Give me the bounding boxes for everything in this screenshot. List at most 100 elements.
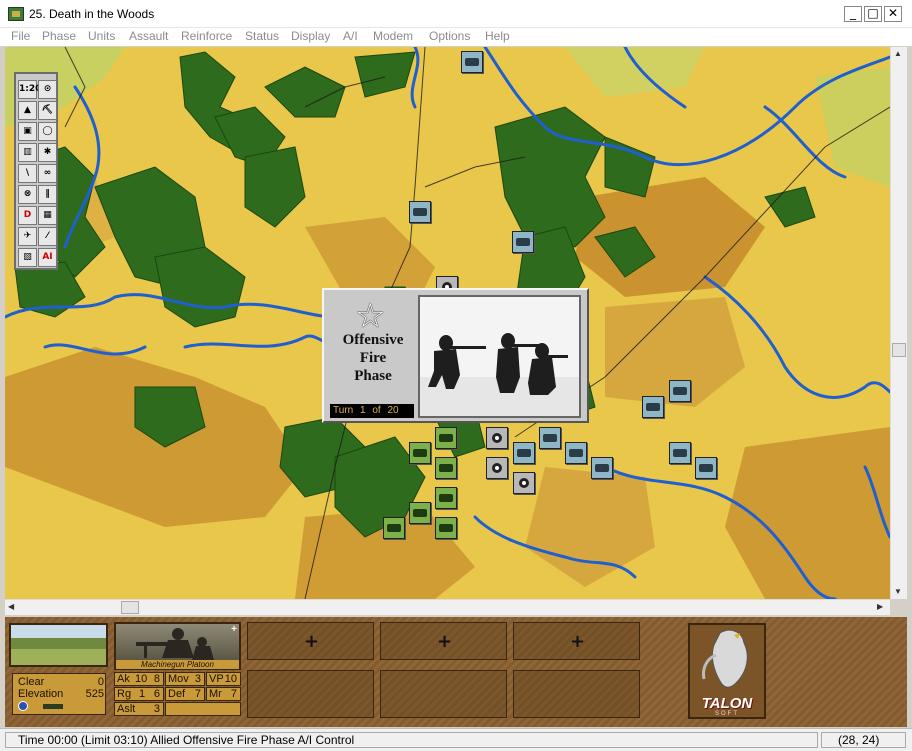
elevation-value: 525 [85,688,104,700]
maximize-button[interactable]: □ [864,6,882,22]
menu-file[interactable]: File [11,29,30,43]
brand-sub: SOFT [715,711,739,717]
axis-unit-counter[interactable] [409,442,431,464]
phase-title-line: Phase [354,368,392,384]
ai-tool[interactable]: AI [38,248,57,267]
stat-label: Ak [117,673,130,685]
allied-unit-counter[interactable] [461,51,483,73]
air-support-tool[interactable]: ✈ [18,227,37,246]
app-icon[interactable] [8,7,24,21]
status-message: Time 00:00 (Limit 03:10) Allied Offensiv… [5,732,818,748]
unit-slot-detail[interactable] [513,670,640,718]
scroll-right-icon[interactable]: ▶ [877,602,883,611]
build-tool[interactable]: ⛏ [38,101,57,120]
menu-options[interactable]: Options [429,29,470,43]
minimize-button[interactable]: _ [844,6,862,22]
info-tool[interactable]: ▣ [18,122,37,141]
horizontal-scrollbar[interactable]: ◀ ▶ [5,599,890,615]
allied-unit-counter[interactable] [591,457,613,479]
menu-ai[interactable]: A/I [343,29,358,43]
window-title: 25. Death in the Woods [29,7,155,21]
soldiers-photo [418,295,581,418]
vehicle-icon [43,704,63,709]
fortification-counter[interactable] [486,457,508,479]
expand-icon[interactable]: + [231,624,237,635]
allied-unit-counter[interactable] [539,427,561,449]
hex-coordinates: (28, 24) [821,732,906,748]
stat-value: 1 [139,688,146,700]
phase-title: Offensive Fire Phase [328,331,418,385]
terrain-photo [9,623,108,667]
allied-unit-counter[interactable] [642,396,664,418]
crosshair-icon: + [570,631,586,652]
menu-modem[interactable]: Modem [373,29,413,43]
menu-units[interactable]: Units [88,29,115,43]
allied-unit-counter[interactable] [669,380,691,402]
compass-tool[interactable]: ⊙ [38,80,57,99]
menu-help[interactable]: Help [485,29,510,43]
scroll-up-icon[interactable]: ▲ [894,49,902,58]
unit-slot-detail[interactable] [380,670,507,718]
horizontal-scroll-thumb[interactable] [121,601,139,614]
fortification-counter[interactable] [513,472,535,494]
unit-slot[interactable]: + [380,622,507,660]
star-icon: ☆ [355,296,386,336]
allied-unit-counter[interactable] [669,442,691,464]
axis-unit-counter[interactable] [435,517,457,539]
info-panel: Clear 0 Elevation 525 Machinegun Platoon… [5,617,907,727]
stat-value: 7 [194,688,201,700]
unit-list-tool[interactable]: ▦ [38,206,57,225]
axis-unit-counter[interactable] [435,457,457,479]
stat-label: Def [168,688,186,700]
allied-unit-counter[interactable] [513,442,535,464]
scroll-down-icon[interactable]: ▼ [894,587,902,596]
unit-slot-detail[interactable] [247,670,374,718]
allied-unit-counter[interactable] [409,201,431,223]
axis-unit-counter[interactable] [409,502,431,524]
light-green-area [565,47,705,97]
line-of-sight-tool[interactable]: \ [18,164,37,183]
close-button[interactable]: ✕ [884,6,902,22]
stat-range: Rg 1 6 [114,687,164,701]
axis-unit-counter[interactable] [435,487,457,509]
phase-dialog[interactable]: ☆ Offensive Fire Phase Turn 1 of 20 [322,288,589,423]
fortification-counter[interactable] [486,427,508,449]
target-tool[interactable]: ⊗ [18,185,37,204]
helmet-tool[interactable]: ▥ [18,143,37,162]
stat-defense: Def 7 [165,687,205,701]
allied-unit-counter[interactable] [512,231,534,253]
defense-tool[interactable]: D [18,206,37,225]
menu-assault[interactable]: Assault [129,29,168,43]
scroll-left-icon[interactable]: ◀ [8,602,14,611]
allied-unit-counter[interactable] [695,457,717,479]
unit-slot[interactable]: + [247,622,374,660]
high-ground [525,467,655,587]
stat-value: 10 [135,673,148,685]
menu-reinforce[interactable]: Reinforce [181,29,232,43]
vertical-scrollbar[interactable]: ▲ ▼ [890,47,907,599]
terrain-tool[interactable]: ▲ [18,101,37,120]
stat-label: Rg [117,688,132,700]
fire-tool[interactable]: ✱ [38,143,57,162]
axis-unit-counter[interactable] [383,517,405,539]
reinforce-tool[interactable]: ▧ [18,248,37,267]
binoculars-icon[interactable]: ∞ [38,164,57,183]
unit-slot[interactable]: + [513,622,640,660]
vertical-scroll-thumb[interactable] [892,343,906,357]
turn-counter: Turn 1 of 20 [330,404,414,418]
selected-unit-card[interactable]: Machinegun Platoon + [114,622,241,670]
axis-unit-counter[interactable] [435,427,457,449]
ammo-tool[interactable]: ‖ [38,185,57,204]
stack-tool[interactable]: ◯ [38,122,57,141]
tool-palette: 1:20 ⊙ ▲ ⛏ ▣ ◯ ▥ ✱ \ ∞ ⊗ ‖ D ▦ ✈ ⁄ ▧ AI [14,72,58,270]
menu-status[interactable]: Status [245,29,279,43]
stat-label: VP [209,673,224,685]
stat-value: 3 [153,703,160,715]
eagle-icon [702,629,748,688]
scale-tool[interactable]: 1:20 [18,80,41,99]
turn-current: 1 [359,405,366,416]
allied-unit-counter[interactable] [565,442,587,464]
map-tool[interactable]: ⁄ [38,227,57,246]
menu-phase[interactable]: Phase [42,29,76,43]
menu-display[interactable]: Display [291,29,330,43]
